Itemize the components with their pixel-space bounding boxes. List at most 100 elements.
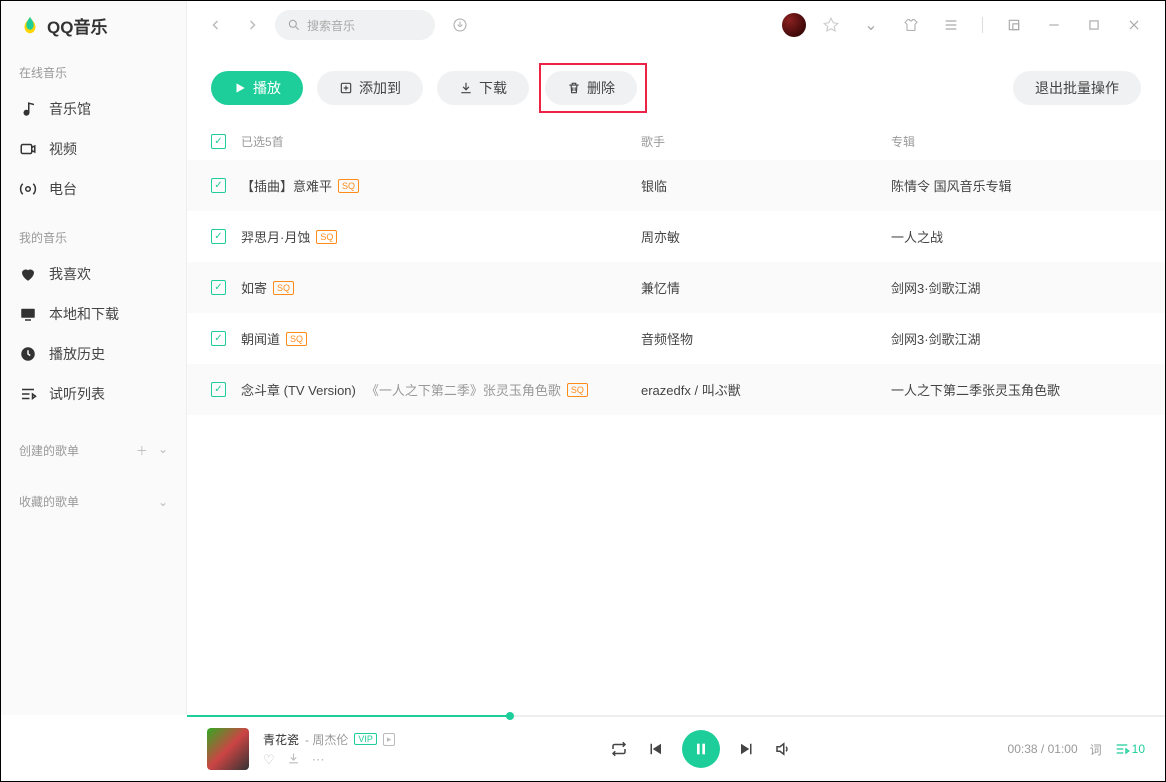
song-title: 念斗章 (TV Version)《一人之下第二季》张灵玉角色歌SQ <box>241 380 641 399</box>
add-icon <box>339 81 353 95</box>
heart-icon <box>19 265 37 283</box>
song-album: 一人之下第二季张灵玉角色歌 <box>891 380 1141 399</box>
time-display: 00:38 / 01:00 <box>1008 742 1078 756</box>
column-artist: 歌手 <box>641 133 891 150</box>
progress-handle[interactable] <box>506 712 514 720</box>
button-label: 删除 <box>587 78 615 98</box>
exit-batch-button[interactable]: 退出批量操作 <box>1013 71 1141 105</box>
row-checkbox[interactable]: ✓ <box>211 229 226 244</box>
row-checkbox[interactable]: ✓ <box>211 280 226 295</box>
sidebar-item-favorites[interactable]: 我喜欢 <box>1 254 186 294</box>
song-artist: 兼忆情 <box>641 278 891 297</box>
sidebar: QQ音乐 在线音乐 音乐馆 视频 电台 我的音乐 我喜欢 本地和下载 播放历史 <box>1 1 187 715</box>
download-button[interactable]: 下载 <box>437 71 529 105</box>
maximize-icon[interactable] <box>1083 14 1105 36</box>
song-artist: 银临 <box>641 176 891 195</box>
sidebar-group-created[interactable]: 创建的歌单 ＋ ⌄ <box>1 432 186 469</box>
column-album: 专辑 <box>891 133 1141 150</box>
nav-back-button[interactable] <box>203 12 229 38</box>
album-art[interactable] <box>207 728 249 770</box>
batch-action-row: 播放 添加到 下载 删除 退出批量操作 <box>187 49 1165 123</box>
sidebar-item-local[interactable]: 本地和下载 <box>1 294 186 334</box>
sidebar-item-history[interactable]: 播放历史 <box>1 334 186 374</box>
play-button[interactable]: 播放 <box>211 71 303 105</box>
video-icon <box>19 140 37 158</box>
sq-badge: SQ <box>316 230 337 244</box>
sidebar-item-label: 视频 <box>49 139 77 159</box>
chevron-down-icon[interactable]: ⌄ <box>158 442 168 459</box>
playlist-icon <box>19 385 37 403</box>
table-row[interactable]: ✓如寄SQ兼忆情剑网3·剑歌江湖 <box>187 262 1165 313</box>
song-album: 剑网3·剑歌江湖 <box>891 329 1141 348</box>
like-button[interactable]: ♡ <box>263 752 275 768</box>
sidebar-item-radio[interactable]: 电台 <box>1 169 186 209</box>
mini-mode-icon[interactable] <box>1003 14 1025 36</box>
next-button[interactable] <box>738 740 756 758</box>
progress-fill <box>187 715 510 717</box>
prev-button[interactable] <box>646 740 664 758</box>
chevron-down-icon[interactable]: ⌄ <box>860 14 882 36</box>
search-input[interactable]: 搜索音乐 <box>275 10 435 40</box>
song-title: 羿思月·月蚀SQ <box>241 227 641 246</box>
song-title: 朝闻道SQ <box>241 329 641 348</box>
divider <box>982 17 983 33</box>
download-track-button[interactable] <box>287 752 300 768</box>
sidebar-group-label: 收藏的歌单 <box>19 493 79 510</box>
more-button[interactable]: ⋯ <box>312 752 325 768</box>
volume-button[interactable] <box>774 740 792 758</box>
radio-icon <box>19 180 37 198</box>
table-row[interactable]: ✓ 朝闻道SQ音频怪物剑网3·剑歌江湖 <box>187 313 1165 364</box>
song-artist: 周亦敏 <box>641 227 891 246</box>
app-name: QQ音乐 <box>47 13 107 38</box>
vip-badge: VIP <box>354 733 377 745</box>
nav-forward-button[interactable] <box>239 12 265 38</box>
menu-icon[interactable] <box>940 14 962 36</box>
avatar[interactable] <box>782 13 806 37</box>
song-album: 一人之战 <box>891 227 1141 246</box>
track-title[interactable]: 青花瓷 <box>263 731 299 748</box>
sq-badge: SQ <box>338 179 359 193</box>
qqmusic-logo-icon <box>19 15 41 37</box>
song-artist: 音频怪物 <box>641 329 891 348</box>
table-row[interactable]: ✓ 羿思月·月蚀SQ周亦敏一人之战 <box>187 211 1165 262</box>
delete-highlight-box: 删除 <box>539 63 647 113</box>
loop-button[interactable] <box>610 740 628 758</box>
mv-badge[interactable]: ▸ <box>383 733 396 746</box>
play-icon <box>233 81 247 95</box>
song-title: 如寄SQ <box>241 278 641 297</box>
table-row[interactable]: ✓【插曲】意难平SQ银临陈情令 国风音乐专辑 <box>187 160 1165 211</box>
minimize-icon[interactable] <box>1043 14 1065 36</box>
delete-button[interactable]: 删除 <box>545 71 637 105</box>
vip-icon[interactable] <box>820 14 842 36</box>
select-all-checkbox[interactable]: ✓ <box>211 134 226 149</box>
plus-icon[interactable]: ＋ <box>136 442 148 459</box>
queue-count: 10 <box>1132 742 1145 756</box>
sidebar-group-collected[interactable]: 收藏的歌单 ⌄ <box>1 483 186 520</box>
progress-track[interactable] <box>187 715 1165 717</box>
track-artist[interactable]: - 周杰伦 <box>305 731 348 748</box>
row-checkbox[interactable]: ✓ <box>211 331 226 346</box>
add-to-button[interactable]: 添加到 <box>317 71 423 105</box>
skin-icon[interactable] <box>900 14 922 36</box>
sidebar-item-label: 试听列表 <box>49 384 105 404</box>
sidebar-item-music-hall[interactable]: 音乐馆 <box>1 89 186 129</box>
sidebar-item-video[interactable]: 视频 <box>1 129 186 169</box>
search-placeholder: 搜索音乐 <box>307 17 355 34</box>
app-logo[interactable]: QQ音乐 <box>1 13 186 56</box>
song-list: ✓【插曲】意难平SQ银临陈情令 国风音乐专辑✓羿思月·月蚀SQ周亦敏一人之战✓如… <box>187 160 1165 715</box>
song-artist: erazedfx / 叫ぶ獣 <box>641 380 891 399</box>
queue-button[interactable]: 10 <box>1114 741 1145 757</box>
row-checkbox[interactable]: ✓ <box>211 178 226 193</box>
close-icon[interactable] <box>1123 14 1145 36</box>
row-checkbox[interactable]: ✓ <box>211 382 226 397</box>
sidebar-item-label: 电台 <box>49 179 77 199</box>
play-pause-button[interactable] <box>682 730 720 768</box>
button-label: 播放 <box>253 78 281 98</box>
list-header: ✓ 已选5首 歌手 专辑 <box>187 123 1165 160</box>
chevron-down-icon[interactable]: ⌄ <box>158 495 168 509</box>
table-row[interactable]: ✓ 念斗章 (TV Version)《一人之下第二季》张灵玉角色歌SQerazed… <box>187 364 1165 415</box>
voice-search-button[interactable] <box>445 10 475 40</box>
sidebar-item-label: 我喜欢 <box>49 264 91 284</box>
sidebar-item-preview-list[interactable]: 试听列表 <box>1 374 186 414</box>
lyrics-button[interactable]: 词 <box>1090 741 1102 758</box>
